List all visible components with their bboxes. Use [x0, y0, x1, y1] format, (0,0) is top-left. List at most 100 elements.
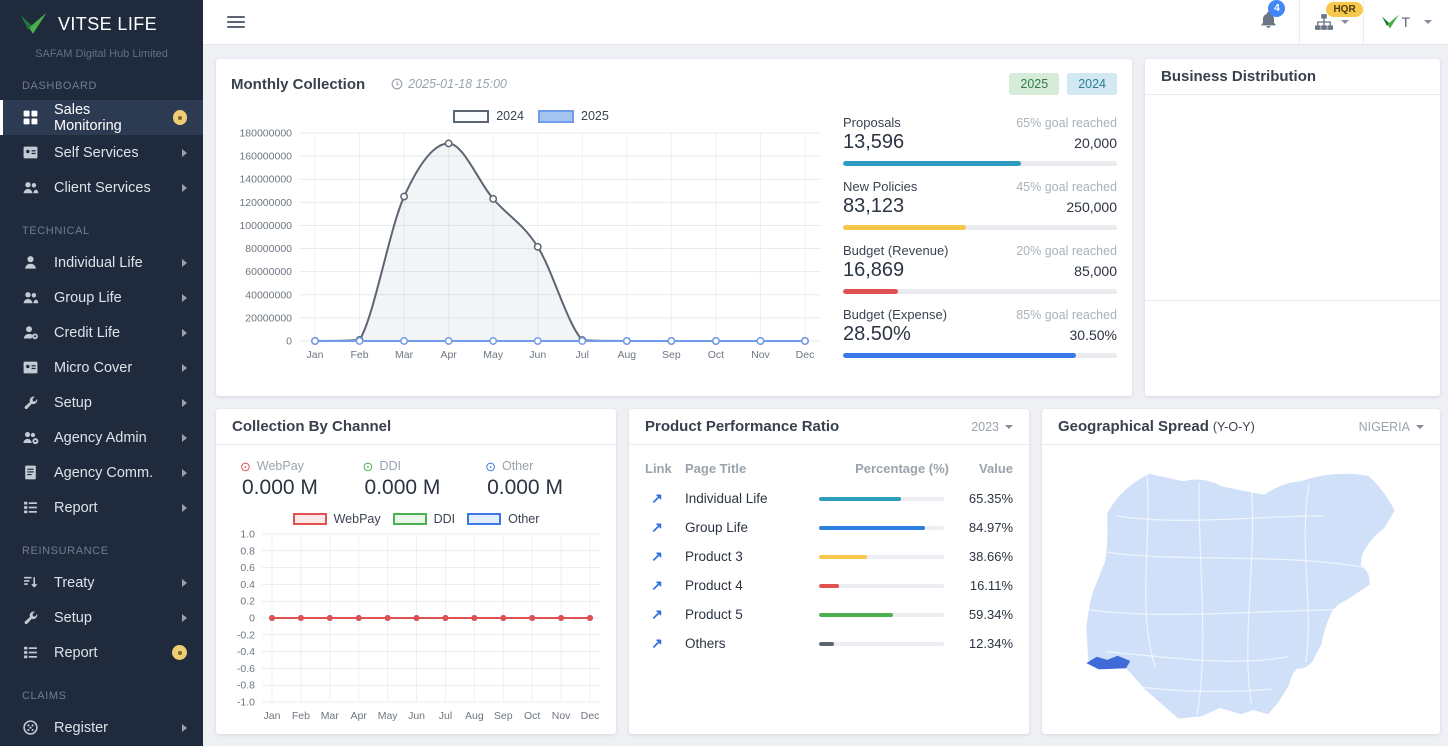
- geographical-spread-header: Geographical Spread(Y-O-Y) NIGERIA: [1042, 409, 1440, 445]
- sidebar-item-register[interactable]: Register: [0, 710, 203, 745]
- column-header-percentage: Percentage (%): [819, 461, 949, 476]
- channel-stat-value: 0.000 M: [485, 476, 600, 500]
- legend-label: 2025: [581, 109, 609, 123]
- sidebar-item-report[interactable]: Report: [0, 635, 203, 670]
- percentage-bar-track: [819, 526, 944, 530]
- region-select[interactable]: NIGERIA: [1359, 420, 1424, 434]
- open-link-icon[interactable]: ↗: [645, 577, 669, 594]
- svg-text:Nov: Nov: [751, 349, 770, 361]
- main-area: 4 HQR T: [203, 0, 1448, 746]
- progress-track: [843, 289, 1117, 294]
- sidebar-item-agency-comm[interactable]: Agency Comm.: [0, 455, 203, 490]
- channel-stat-label: WebPay: [257, 459, 304, 473]
- svg-text:Jul: Jul: [439, 710, 452, 722]
- product-title: Product 5: [685, 607, 819, 622]
- open-link-icon[interactable]: ↗: [645, 490, 669, 507]
- sidebar-item-label: Register: [54, 720, 108, 736]
- sidebar-item-individual-life[interactable]: Individual Life: [0, 245, 203, 280]
- sidebar-item-report[interactable]: Report: [0, 490, 203, 525]
- notifications-button[interactable]: 4: [1260, 11, 1277, 34]
- nigeria-map: [1073, 453, 1409, 731]
- sidebar-item-setup[interactable]: Setup: [0, 385, 203, 420]
- svg-text:-0.4: -0.4: [237, 646, 255, 658]
- goal-reached-text: 45% goal reached: [1016, 180, 1117, 194]
- legend-label: Other: [508, 512, 539, 526]
- sidebar-item-credit-life[interactable]: Credit Life: [0, 315, 203, 350]
- sidebar-section-dashboard: DASHBOARD: [22, 80, 203, 92]
- legend-item-ddi[interactable]: DDI: [393, 512, 456, 526]
- svg-text:1.0: 1.0: [240, 529, 255, 541]
- year-buttons: 2025 2024: [1009, 73, 1117, 95]
- sidebar-item-group-life[interactable]: Group Life: [0, 280, 203, 315]
- legend-label: DDI: [434, 512, 456, 526]
- svg-text:160000000: 160000000: [239, 151, 292, 163]
- stat-target: 85,000: [1074, 263, 1117, 279]
- legend-item-webpay[interactable]: WebPay: [293, 512, 381, 526]
- legend-item-other[interactable]: Other: [467, 512, 539, 526]
- svg-text:Apr: Apr: [440, 349, 457, 361]
- sidebar-item-label: Report: [54, 500, 98, 516]
- org-selector[interactable]: HQR: [1299, 0, 1364, 44]
- sidebar-item-label: Self Services: [54, 145, 139, 161]
- people-icon: [22, 179, 39, 196]
- id-card-icon: [22, 144, 39, 161]
- svg-text:Jan: Jan: [307, 349, 324, 361]
- svg-text:Jan: Jan: [264, 710, 281, 722]
- chevron-right-icon: [182, 329, 187, 337]
- org-badge: HQR: [1326, 2, 1362, 17]
- stat-value: 28.50%: [843, 323, 911, 346]
- progress-track: [843, 225, 1117, 230]
- monthly-collection-card: Monthly Collection 2025-01-18 15:00 2025…: [216, 59, 1132, 396]
- open-link-icon[interactable]: ↗: [645, 548, 669, 565]
- progress-track: [843, 161, 1117, 166]
- svg-text:Jun: Jun: [529, 349, 546, 361]
- person-badge-icon: [22, 324, 39, 341]
- sidebar: VITSE LIFE SAFAM Digital Hub Limited DAS…: [0, 0, 203, 746]
- year-2024-button[interactable]: 2024: [1067, 73, 1117, 95]
- svg-text:Jul: Jul: [576, 349, 589, 361]
- sidebar-section-claims: CLAIMS: [22, 690, 203, 702]
- sidebar-item-treaty[interactable]: Treaty: [0, 565, 203, 600]
- legend-item-2025[interactable]: 2025: [538, 109, 609, 123]
- sidebar-item-self-services[interactable]: Self Services: [0, 135, 203, 170]
- brand: VITSE LIFE: [0, 0, 203, 40]
- sidebar-item-agency-admin[interactable]: Agency Admin: [0, 420, 203, 455]
- channel-stat-label: DDI: [379, 459, 401, 473]
- sidebar-item-micro-cover[interactable]: Micro Cover: [0, 350, 203, 385]
- sidebar-item-setup[interactable]: Setup: [0, 600, 203, 635]
- svg-text:Dec: Dec: [796, 349, 815, 361]
- year-2025-button[interactable]: 2025: [1009, 73, 1059, 95]
- bullseye-icon: ⊙: [240, 460, 251, 473]
- sidebar-item-label: Treaty: [54, 575, 95, 591]
- menu-toggle-icon[interactable]: [227, 13, 245, 31]
- stat-label: Budget (Revenue): [843, 243, 949, 258]
- open-link-icon[interactable]: ↗: [645, 635, 669, 652]
- product-table-header: LinkPage TitlePercentage (%)Value: [629, 445, 1029, 484]
- sidebar-section-technical: TECHNICAL: [22, 225, 203, 237]
- legend-item-2024[interactable]: 2024: [453, 109, 524, 123]
- chevron-right-icon: [182, 724, 187, 732]
- stat-value: 13,596: [843, 131, 904, 154]
- product-row-group-life: ↗Group Life84.97%: [629, 513, 1029, 542]
- open-link-icon[interactable]: ↗: [645, 519, 669, 536]
- geographical-spread-title: Geographical Spread(Y-O-Y): [1058, 418, 1255, 435]
- product-row-product-5: ↗Product 559.34%: [629, 600, 1029, 629]
- sidebar-item-sales-monitoring[interactable]: Sales Monitoring: [0, 100, 203, 135]
- stat-label: Proposals: [843, 115, 901, 130]
- svg-text:Apr: Apr: [351, 710, 368, 722]
- sidebar-item-client-services[interactable]: Client Services: [0, 170, 203, 205]
- business-distribution-title: Business Distribution: [1161, 68, 1316, 85]
- channel-stat-other: ⊙Other0.000 M: [477, 459, 600, 500]
- user-menu[interactable]: T: [1364, 13, 1432, 31]
- open-link-icon[interactable]: ↗: [645, 606, 669, 623]
- monthly-line-chart: 0200000004000000060000000800000001000000…: [231, 125, 827, 367]
- percentage-bar-track: [819, 584, 944, 588]
- year-select[interactable]: 2023: [971, 420, 1013, 434]
- legend-swatch: [467, 513, 501, 525]
- percentage-bar-fill: [819, 555, 867, 559]
- collection-by-channel-header: Collection By Channel: [216, 409, 616, 445]
- chevron-right-icon: [182, 294, 187, 302]
- svg-text:180000000: 180000000: [239, 128, 292, 140]
- column-header-value: Value: [949, 461, 1013, 476]
- product-value: 84.97%: [949, 520, 1013, 535]
